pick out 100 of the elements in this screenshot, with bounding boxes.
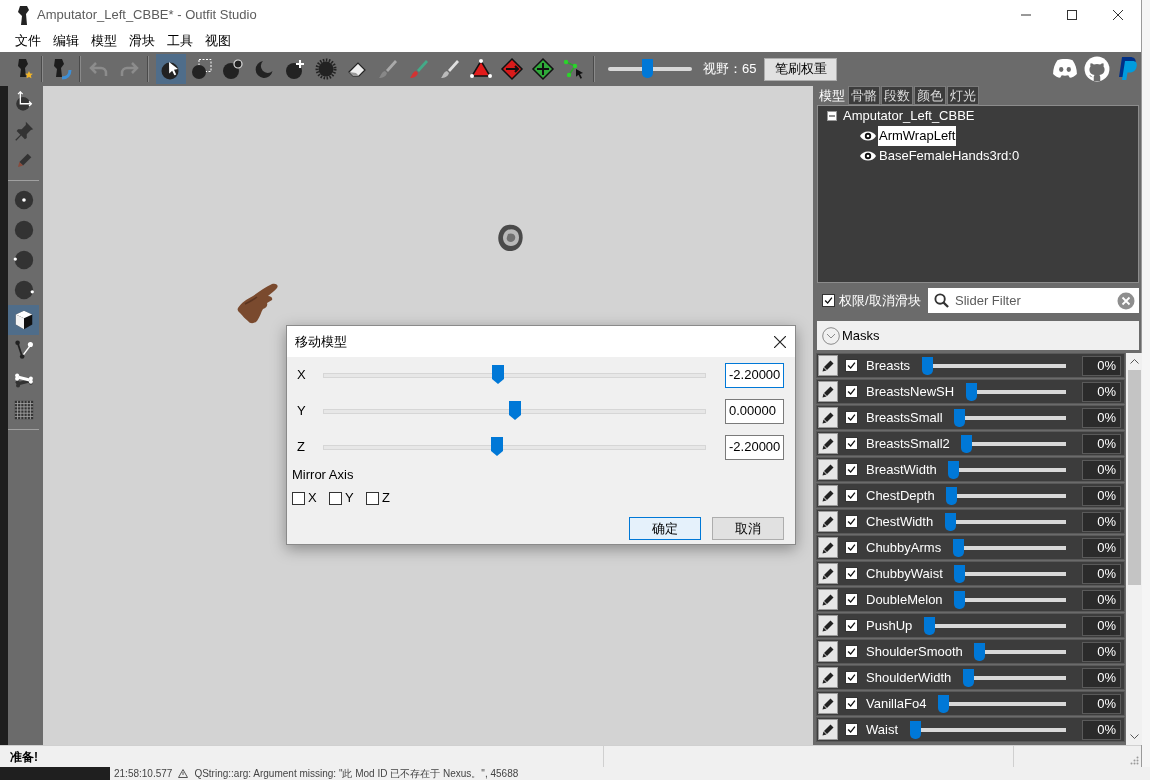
- slider-thumb[interactable]: [937, 694, 949, 713]
- checkbox[interactable]: [366, 491, 379, 505]
- panel-tab[interactable]: 模型: [817, 86, 847, 105]
- checkbox[interactable]: [845, 489, 858, 502]
- slider-edit-button[interactable]: [818, 589, 838, 610]
- slider-thumb[interactable]: [641, 59, 653, 78]
- slider-edit-button[interactable]: [818, 641, 838, 662]
- value-field[interactable]: -2.20000: [725, 434, 784, 460]
- checkbox[interactable]: [845, 437, 858, 450]
- checkbox[interactable]: [845, 359, 858, 372]
- slider-thumb[interactable]: [962, 668, 974, 687]
- slider-value-field[interactable]: 0%: [1082, 355, 1121, 376]
- panel-tab[interactable]: 颜色: [914, 86, 946, 105]
- slider-edit-button[interactable]: [818, 537, 838, 558]
- checkbox[interactable]: [845, 411, 858, 424]
- cancel-button[interactable]: 取消: [712, 517, 784, 540]
- scrollbar[interactable]: [1126, 353, 1142, 745]
- slider-thumb[interactable]: [491, 436, 504, 456]
- eye-icon[interactable]: [860, 150, 876, 162]
- slider-value-field[interactable]: 0%: [1082, 667, 1121, 688]
- checkbox[interactable]: [845, 671, 858, 684]
- checkbox[interactable]: [292, 491, 305, 505]
- filter-input[interactable]: Slider Filter: [955, 290, 1117, 311]
- paypal-icon[interactable]: [1116, 56, 1138, 82]
- checkbox[interactable]: [845, 593, 858, 606]
- checkbox[interactable]: [845, 515, 858, 528]
- checkbox[interactable]: [822, 294, 835, 307]
- slider-edit-button[interactable]: [818, 615, 838, 636]
- slider-value-field[interactable]: 0%: [1082, 641, 1121, 662]
- slider-edit-button[interactable]: [818, 407, 838, 428]
- chevron-up-icon[interactable]: [1129, 359, 1139, 364]
- slider-edit-button[interactable]: [818, 355, 838, 376]
- github-icon[interactable]: [1084, 56, 1110, 82]
- panel-tab[interactable]: 灯光: [947, 86, 979, 105]
- menu-item[interactable]: 编辑: [47, 31, 85, 51]
- slider-value-field[interactable]: 0%: [1082, 589, 1121, 610]
- menu-item[interactable]: 滑块: [123, 31, 161, 51]
- slider-edit-button[interactable]: [818, 381, 838, 402]
- brush-weight-button[interactable]: 笔刷权重: [764, 57, 838, 81]
- panel-tab[interactable]: 骨骼: [848, 86, 880, 105]
- value-field[interactable]: 0.00000: [725, 398, 784, 424]
- slider-thumb[interactable]: [974, 642, 986, 661]
- checkbox[interactable]: [845, 723, 858, 736]
- slider-value-field[interactable]: 0%: [1082, 563, 1121, 584]
- slider-thumb[interactable]: [492, 364, 505, 384]
- checkbox[interactable]: [329, 491, 342, 505]
- eye-icon[interactable]: [860, 130, 876, 142]
- slider-value-field[interactable]: 0%: [1082, 511, 1121, 532]
- tree-item[interactable]: BaseFemaleHands3rd:0: [878, 146, 1021, 166]
- menu-item[interactable]: 工具: [161, 31, 199, 51]
- scrollbar-thumb[interactable]: [1127, 370, 1141, 585]
- chevron-down-icon[interactable]: [1129, 734, 1139, 739]
- checkbox[interactable]: [845, 645, 858, 658]
- clear-icon[interactable]: [1117, 291, 1135, 310]
- collapse-icon[interactable]: [827, 111, 837, 121]
- slider-edit-button[interactable]: [818, 485, 838, 506]
- checkbox[interactable]: [845, 567, 858, 580]
- menu-item[interactable]: 模型: [85, 31, 123, 51]
- ok-button[interactable]: 确定: [629, 517, 701, 540]
- slider-thumb[interactable]: [946, 486, 958, 505]
- slider-value-field[interactable]: 0%: [1082, 407, 1121, 428]
- checkbox[interactable]: [845, 541, 858, 554]
- slider-value-field[interactable]: 0%: [1082, 459, 1121, 480]
- slider-edit-button[interactable]: [818, 433, 838, 454]
- checkbox[interactable]: [845, 385, 858, 398]
- slider-thumb[interactable]: [965, 382, 977, 401]
- slider-value-field[interactable]: 0%: [1082, 433, 1121, 454]
- group-header[interactable]: Masks: [817, 321, 1139, 350]
- menu-item[interactable]: 视图: [199, 31, 237, 51]
- slider-edit-button[interactable]: [818, 563, 838, 584]
- slider-edit-button[interactable]: [818, 459, 838, 480]
- tree-item[interactable]: ArmWrapLeft: [878, 126, 957, 146]
- slider-value-field[interactable]: 0%: [1082, 693, 1121, 714]
- tree-item[interactable]: Amputator_Left_CBBE: [843, 106, 975, 126]
- checkbox[interactable]: [845, 463, 858, 476]
- discord-icon[interactable]: [1052, 58, 1078, 80]
- resize-grip-icon[interactable]: [1130, 756, 1139, 765]
- menu-item[interactable]: 文件: [9, 31, 47, 51]
- slider-filter-field[interactable]: Slider Filter: [928, 288, 1139, 313]
- slider-value-field[interactable]: 0%: [1082, 537, 1121, 558]
- slider-thumb[interactable]: [909, 720, 921, 739]
- panel-tab[interactable]: 段数: [881, 86, 913, 105]
- slider-thumb[interactable]: [952, 538, 964, 557]
- slider-thumb[interactable]: [954, 564, 966, 583]
- slider-thumb[interactable]: [944, 512, 956, 531]
- checkbox[interactable]: [845, 619, 858, 632]
- slider-edit-button[interactable]: [818, 667, 838, 688]
- slider-edit-button[interactable]: [818, 719, 838, 740]
- slider-thumb[interactable]: [961, 434, 973, 453]
- slider-edit-button[interactable]: [818, 511, 838, 532]
- value-field[interactable]: -2.20000: [725, 362, 784, 388]
- slider-value-field[interactable]: 0%: [1082, 615, 1121, 636]
- slider-value-field[interactable]: 0%: [1082, 381, 1121, 402]
- slider-thumb[interactable]: [954, 408, 966, 427]
- slider-thumb[interactable]: [923, 616, 935, 635]
- slider-thumb[interactable]: [948, 460, 960, 479]
- slider-value-field[interactable]: 0%: [1082, 719, 1121, 740]
- slider-edit-button[interactable]: [818, 693, 838, 714]
- checkbox[interactable]: [845, 697, 858, 710]
- slider-value-field[interactable]: 0%: [1082, 485, 1121, 506]
